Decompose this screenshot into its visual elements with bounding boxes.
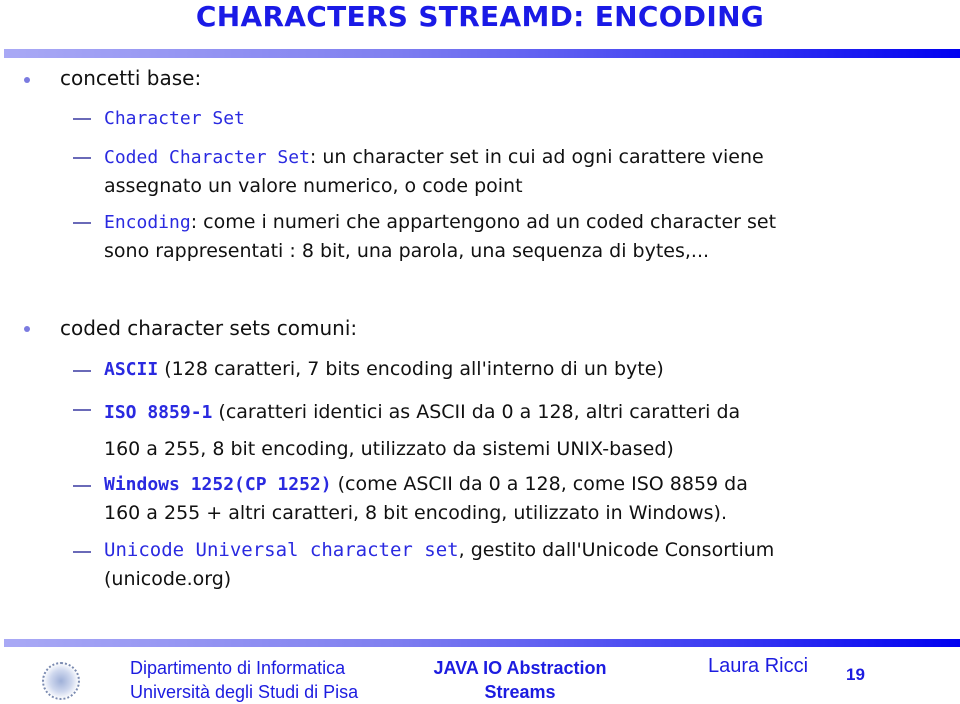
university-seal-icon bbox=[42, 662, 80, 700]
definition-continued: (unicode.org) bbox=[104, 568, 232, 590]
bullet-icon bbox=[24, 77, 30, 83]
definition: (128 caratteri, 7 bits encoding all'inte… bbox=[158, 358, 664, 380]
university-name: Università degli Studi di Pisa bbox=[130, 682, 359, 702]
definition-continued: sono rappresentati : 8 bit, una parola, … bbox=[104, 240, 710, 262]
term: Coded Character Set bbox=[104, 147, 310, 168]
definition: , gestito dall'Unicode Consortium bbox=[458, 539, 775, 561]
list-item: ASCII (128 caratteri, 7 bits encoding al… bbox=[104, 355, 924, 384]
list-item: Windows 1252(CP 1252) (come ASCII da 0 a… bbox=[104, 470, 924, 528]
definition: : un character set in cui ad ogni caratt… bbox=[309, 146, 764, 168]
definition-continued: 160 a 255, 8 bit encoding, utilizzato da… bbox=[104, 438, 674, 460]
course-title: JAVA IO Abstraction bbox=[433, 658, 607, 678]
dash-icon bbox=[73, 409, 91, 411]
dash-icon bbox=[73, 157, 91, 159]
slide-title: CHARACTERS STREAMD: ENCODING bbox=[195, 0, 765, 33]
definition: : come i numeri che appartengono ad un c… bbox=[190, 211, 777, 233]
dash-icon bbox=[73, 370, 91, 372]
footer-divider-bar bbox=[4, 639, 960, 647]
definition: (come ASCII da 0 a 128, come ISO 8859 da bbox=[331, 473, 748, 495]
term: Unicode Universal character set bbox=[104, 539, 459, 561]
dash-icon bbox=[73, 485, 91, 487]
author-name: Laura Ricci bbox=[708, 655, 809, 677]
list-item: ISO 8859-1 (caratteri identici as ASCII … bbox=[104, 394, 924, 468]
title-divider-bar bbox=[4, 49, 960, 58]
footer-affiliation: Dipartimento di Informatica Università d… bbox=[130, 656, 358, 704]
page-number: 19 bbox=[846, 665, 865, 684]
term: Encoding bbox=[104, 212, 191, 233]
list-item: Coded Character Set: un character set in… bbox=[104, 143, 924, 201]
bullet-icon bbox=[24, 326, 30, 332]
definition-continued: assegnato un valore numerico, o code poi… bbox=[104, 175, 523, 197]
term: Character Set bbox=[104, 108, 245, 129]
dash-icon bbox=[73, 118, 91, 120]
term: ISO 8859-1 bbox=[104, 402, 213, 423]
section-heading: concetti base: bbox=[60, 66, 202, 90]
term: ASCII bbox=[104, 359, 159, 380]
footer-course: JAVA IO Abstraction Streams bbox=[410, 656, 630, 704]
department-name: Dipartimento di Informatica bbox=[130, 658, 346, 678]
term: Windows 1252(CP 1252) bbox=[104, 474, 332, 495]
section-heading: coded character sets comuni: bbox=[60, 316, 358, 340]
list-item: Unicode Universal character set, gestito… bbox=[104, 536, 924, 594]
dash-icon bbox=[73, 551, 91, 553]
course-subtitle: Streams bbox=[484, 682, 556, 702]
definition-continued: 160 a 255 + altri caratteri, 8 bit encod… bbox=[104, 502, 727, 524]
definition: (caratteri identici as ASCII da 0 a 128,… bbox=[212, 401, 741, 423]
list-item: Encoding: come i numeri che appartengono… bbox=[104, 208, 924, 266]
dash-icon bbox=[73, 222, 91, 224]
list-item: Character Set bbox=[104, 104, 924, 133]
